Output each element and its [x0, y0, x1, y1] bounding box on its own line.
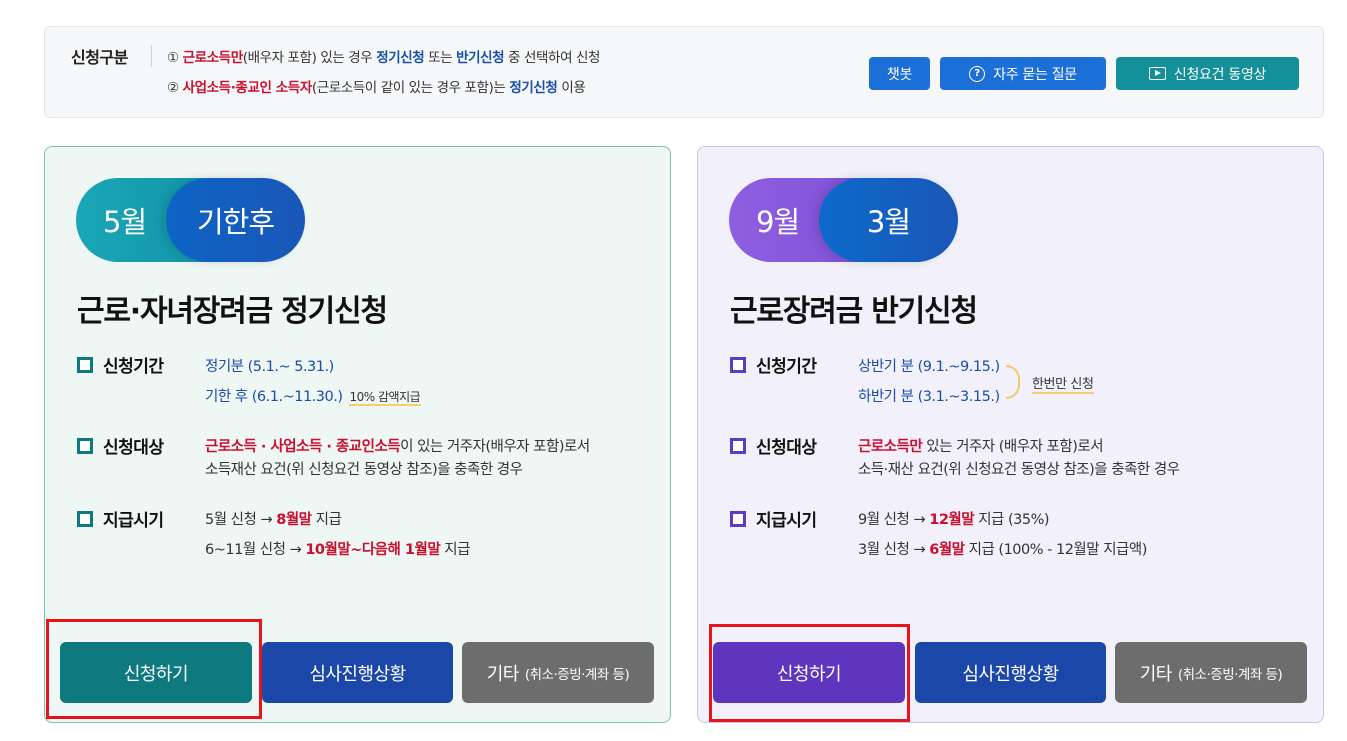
period-first-half: 상반기 분 (9.1.~9.15.) [858, 355, 1000, 376]
period-label: 신청기간 [756, 357, 817, 377]
card-title: 근로장려금 반기신청 [730, 294, 978, 329]
payment-line-2: 3월 신청 → 6월말 지급 (100% - 12월말 지급액) [858, 538, 1147, 559]
card-title: 근로·자녀장려금 정기신청 [77, 294, 388, 329]
brace-decoration [1006, 365, 1020, 399]
payment-date: 10월말~다음해 1월말 [305, 542, 441, 558]
period-late-text: 기한 후 (6.1.~11.30.) [205, 389, 343, 405]
period-regular: 정기분 (5.1.~ 5.31.) [205, 355, 334, 376]
period-label: 신청기간 [103, 357, 164, 377]
payment-label: 지급시기 [756, 511, 817, 531]
payment-date: 12월말 [929, 512, 975, 528]
play-icon [1148, 67, 1166, 80]
info-text: (배우자 포함) 있는 경우 [242, 50, 377, 66]
checkbox-bullet-icon [730, 356, 749, 376]
payment-text: 3월 신청 → [858, 542, 930, 558]
payment-text: 6~11월 신청 → [205, 542, 306, 558]
checkbox-bullet-icon [730, 510, 749, 530]
income-types: 근로소득 · 사업소득 · 종교인소득 [205, 439, 401, 455]
target-text: 소득재산 요건(위 신청요건 동영상 참조)을 충족한 경우 [205, 462, 523, 478]
payment-text: 지급 [440, 542, 470, 558]
faq-label: 자주 묻는 질문 [993, 66, 1077, 83]
income-types: 근로소득만 [858, 439, 923, 455]
info-text: 이용 [557, 80, 586, 96]
requirements-video-button[interactable]: 신청요건 동영상 [1116, 57, 1299, 90]
checkbox-bullet-icon [77, 356, 96, 376]
circled-number: ② [167, 80, 179, 96]
highlight-box-regular-apply [46, 619, 262, 719]
info-line-2: ② 사업소득·종교인 소득자(근로소득이 같이 있는 경우 포함)는 정기신청 … [167, 76, 586, 96]
period-second-half: 하반기 분 (3.1.~3.15.) [858, 385, 1000, 406]
half-etc-button[interactable]: 기타 (취소·증빙·계좌 등) [1115, 642, 1307, 703]
target-line-1: 근로소득만 있는 거주자 (배우자 포함)로서 [858, 435, 1104, 456]
question-icon: ? [969, 65, 986, 82]
circled-number: ① [167, 50, 179, 66]
target-line-2: 소득·재산 요건(위 신청요건 동영상 참조)을 충족한 경우 [858, 458, 1180, 479]
payment-label: 지급시기 [103, 511, 164, 531]
period-second-text: 하반기 분 (3.1.~3.15.) [858, 389, 1000, 405]
payment-heading: 지급시기 [77, 506, 164, 531]
period-regular-text: 정기분 (5.1.~ 5.31.) [205, 359, 334, 375]
payment-date: 8월말 [276, 512, 312, 528]
checkbox-bullet-icon [77, 437, 96, 457]
period-first-text: 상반기 분 (9.1.~9.15.) [858, 359, 1000, 375]
target-heading: 신청대상 [77, 433, 164, 458]
target-line-1: 근로소득 · 사업소득 · 종교인소득이 있는 거주자(배우자 포함)로서 [205, 435, 590, 456]
payment-text: 지급 (35%) [974, 512, 1050, 528]
payment-text: 5월 신청 → [205, 512, 277, 528]
faq-button[interactable]: ? 자주 묻는 질문 [940, 57, 1106, 90]
pill-march: 3월 [819, 178, 958, 262]
target-label: 신청대상 [756, 438, 817, 458]
info-text: 중 선택하여 신청 [504, 50, 601, 66]
etc-sublabel: (취소·증빙·계좌 등) [524, 666, 630, 683]
payment-text: 지급 [311, 512, 342, 528]
checkbox-bullet-icon [730, 437, 749, 457]
half-highlight: 반기신청 [456, 50, 505, 66]
earned-income-only: 근로소득만 [182, 50, 244, 66]
business-income-earner: 사업소득·종교인 소득자 [182, 80, 313, 96]
payment-text: 지급 (100% - 12월말 지급액) [964, 542, 1148, 558]
period-heading: 신청기간 [77, 352, 164, 377]
target-text: 소득·재산 요건(위 신청요건 동영상 참조)을 충족한 경우 [858, 462, 1180, 478]
payment-text: 9월 신청 → [858, 512, 930, 528]
checkbox-bullet-icon [77, 510, 96, 530]
chatbot-label: 챗봇 [886, 66, 913, 83]
reduction-note: 10% 감액지급 [348, 390, 422, 406]
period-heading: 신청기간 [730, 352, 817, 377]
application-type-label: 신청구분 [71, 48, 128, 67]
payment-line-1: 9월 신청 → 12월말 지급 (35%) [858, 508, 1050, 529]
divider [151, 45, 152, 67]
regular-etc-button[interactable]: 기타 (취소·증빙·계좌 등) [462, 642, 654, 703]
half-review-status-button[interactable]: 심사진행상황 [915, 642, 1106, 703]
period-late: 기한 후 (6.1.~11.30.) 10% 감액지급 [205, 385, 422, 406]
regular-review-status-button[interactable]: 심사진행상황 [262, 642, 453, 703]
application-type-box: 신청구분 ① 근로소득만(배우자 포함) 있는 경우 정기신청 또는 반기신청 … [44, 26, 1324, 118]
payment-date: 6월말 [929, 542, 965, 558]
pill-late: 기한후 [166, 178, 305, 262]
payment-heading: 지급시기 [730, 506, 817, 531]
payment-line-1: 5월 신청 → 8월말 지급 [205, 508, 342, 529]
etc-label: 기타 [1139, 663, 1173, 685]
target-text: 이 있는 거주자(배우자 포함)로서 [400, 439, 590, 455]
info-text: (근로소득이 같이 있는 경우 포함)는 [311, 80, 510, 96]
target-text: 있는 거주자 (배우자 포함)로서 [922, 439, 1104, 455]
regular-highlight: 정기신청 [376, 50, 425, 66]
regular-highlight: 정기신청 [509, 80, 558, 96]
target-heading: 신청대상 [730, 433, 817, 458]
highlight-box-half-apply [709, 624, 910, 722]
etc-label: 기타 [486, 663, 520, 685]
target-line-2: 소득재산 요건(위 신청요건 동영상 참조)을 충족한 경우 [205, 458, 523, 479]
chatbot-button[interactable]: 챗봇 [869, 57, 930, 90]
info-line-1: ① 근로소득만(배우자 포함) 있는 경우 정기신청 또는 반기신청 중 선택하… [167, 46, 600, 66]
video-label: 신청요건 동영상 [1173, 66, 1267, 83]
payment-line-2: 6~11월 신청 → 10월말~다음해 1월말 지급 [205, 538, 470, 559]
once-note: 한번만 신청 [1032, 373, 1094, 394]
info-text: 또는 [424, 50, 457, 66]
target-label: 신청대상 [103, 438, 164, 458]
etc-sublabel: (취소·증빙·계좌 등) [1177, 666, 1283, 683]
